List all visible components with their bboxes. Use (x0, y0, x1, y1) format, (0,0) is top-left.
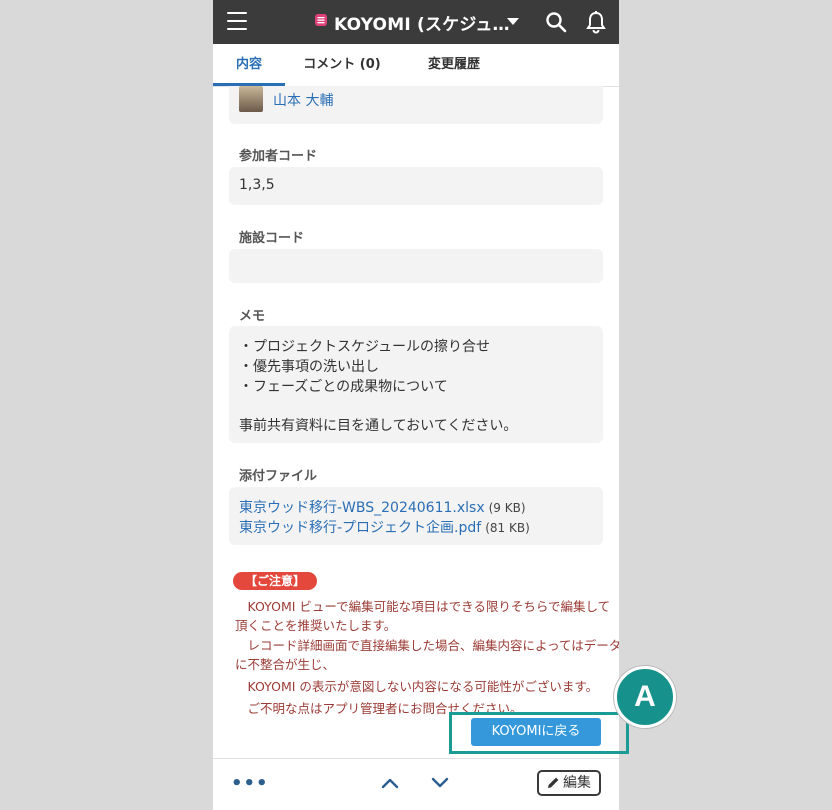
facility-code-field (229, 249, 603, 283)
tab-history[interactable]: 変更履歴 (413, 44, 495, 86)
owner-field: 山本 大輔 (229, 86, 603, 124)
memo-line: ・プロジェクトスケジュールの擦り合せ (239, 339, 491, 355)
chevron-down-icon[interactable] (507, 18, 519, 25)
attachment-size: (9 KB) (488, 501, 526, 515)
tab-content[interactable]: 内容 (213, 44, 285, 86)
edit-button[interactable]: 編集 (537, 770, 601, 796)
notice-line: KOYOMI の表示が意図しない内容になる可能性がございます。 (235, 679, 599, 694)
app-bar: KOYOMI (スケジュ… (213, 0, 619, 44)
app-logo-icon (315, 14, 327, 26)
attachment-name[interactable]: 東京ウッド移行-プロジェクト企画.pdf (239, 520, 481, 536)
notice-line: に不整合が生じ、 (235, 657, 336, 672)
bottom-toolbar: ••• 編集 (213, 758, 619, 810)
owner-name[interactable]: 山本 大輔 (273, 90, 333, 110)
tab-comments[interactable]: コメント (0) (297, 44, 387, 86)
more-icon[interactable]: ••• (231, 773, 269, 794)
chevron-down-icon[interactable] (431, 776, 449, 790)
memo-line: ・フェーズごとの成果物について (239, 379, 448, 395)
edit-label: 編集 (563, 775, 591, 791)
mobile-screen: KOYOMI (スケジュ… 内容 コメント (0) 変更履歴 山本 大輔 参加者… (213, 0, 619, 810)
bell-icon[interactable] (585, 10, 607, 34)
memo-line: 事前共有資料に目を通しておいてください。 (239, 418, 518, 434)
search-icon[interactable] (545, 11, 567, 33)
attachment-link[interactable]: 東京ウッド移行-プロジェクト企画.pdf (81 KB) (239, 517, 530, 537)
menu-icon[interactable] (227, 12, 247, 30)
attachment-link[interactable]: 東京ウッド移行-WBS_20240611.xlsx (9 KB) (239, 497, 526, 517)
attachment-size: (81 KB) (485, 521, 530, 535)
record-detail: 山本 大輔 参加者コード 1,3,5 施設コード メモ ・プロジェクトスケジュー… (213, 86, 619, 758)
memo-line: ・優先事項の洗い出し (239, 359, 379, 375)
attachment-name[interactable]: 東京ウッド移行-WBS_20240611.xlsx (239, 500, 485, 516)
notice-line: レコード詳細画面で直接編集した場合、編集内容によってはデータ (235, 638, 620, 653)
avatar (239, 86, 263, 112)
tab-bar: 内容 コメント (0) 変更履歴 (213, 44, 619, 87)
notice-line: 頂くことを推奨いたします。 (235, 618, 397, 633)
annotation-highlight (449, 712, 629, 754)
participant-code-label: 参加者コード (239, 149, 318, 164)
annotation-marker: A (614, 666, 676, 728)
pencil-icon (548, 777, 559, 788)
notice-line: KOYOMI ビューで編集可能な項目はできる限りそちらで編集して (235, 599, 611, 614)
app-title[interactable]: KOYOMI (スケジュ… (334, 10, 510, 35)
participant-code-value: 1,3,5 (239, 177, 275, 193)
notice-badge: 【ご注意】 (233, 572, 317, 590)
facility-code-label: 施設コード (239, 231, 305, 246)
attachments-label: 添付ファイル (239, 469, 318, 484)
memo-label: メモ (239, 309, 266, 324)
chevron-up-icon[interactable] (381, 776, 399, 790)
participant-code-field (229, 167, 603, 205)
